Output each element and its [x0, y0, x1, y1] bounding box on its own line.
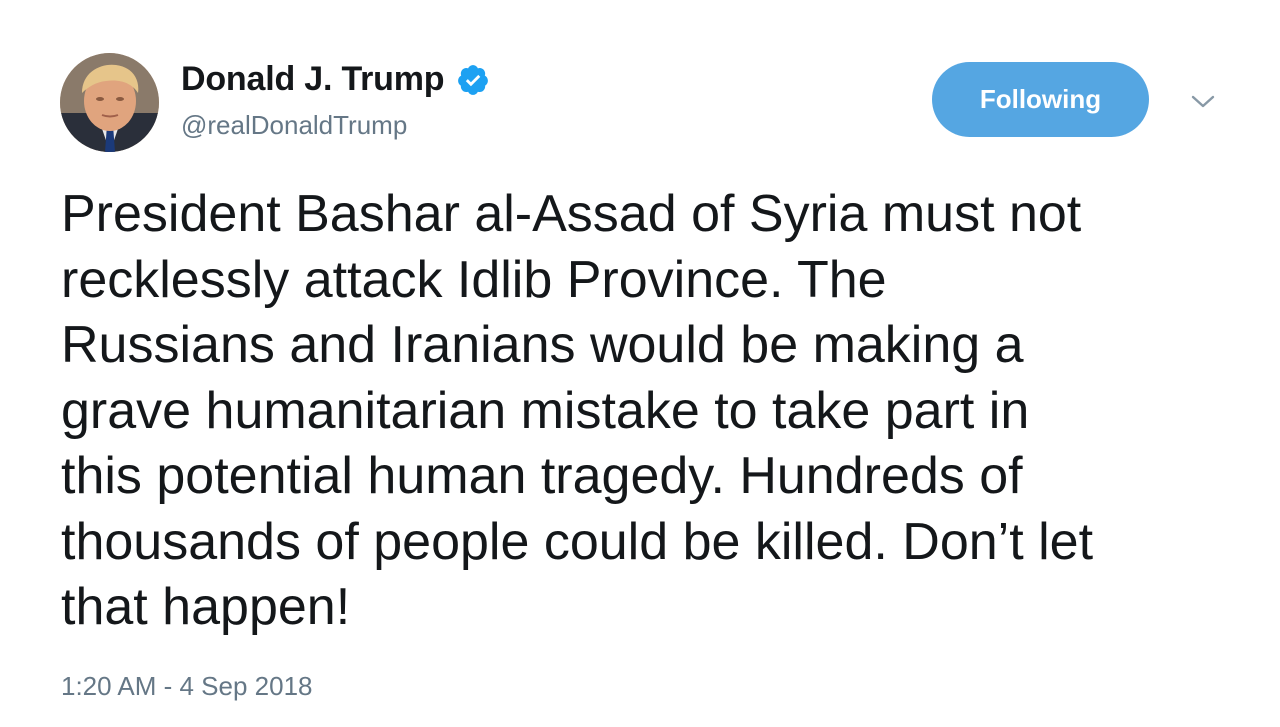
tweet-text: President Bashar al-Assad of Syria must … — [61, 185, 1094, 636]
following-button[interactable]: Following — [932, 62, 1149, 137]
avatar[interactable] — [60, 53, 159, 152]
profile-photo-icon — [60, 53, 159, 152]
tweet-card: Donald J. Trump @realDonaldTrump Followi… — [0, 0, 1280, 727]
display-name[interactable]: Donald J. Trump — [181, 60, 490, 99]
tweet-timestamp[interactable]: 1:20 AM - 4 Sep 2018 — [61, 671, 313, 702]
chevron-down-icon[interactable] — [1188, 88, 1218, 114]
display-name-text[interactable]: Donald J. Trump — [181, 60, 445, 99]
verified-badge-icon — [456, 63, 490, 97]
user-handle[interactable]: @realDonaldTrump — [181, 110, 407, 141]
